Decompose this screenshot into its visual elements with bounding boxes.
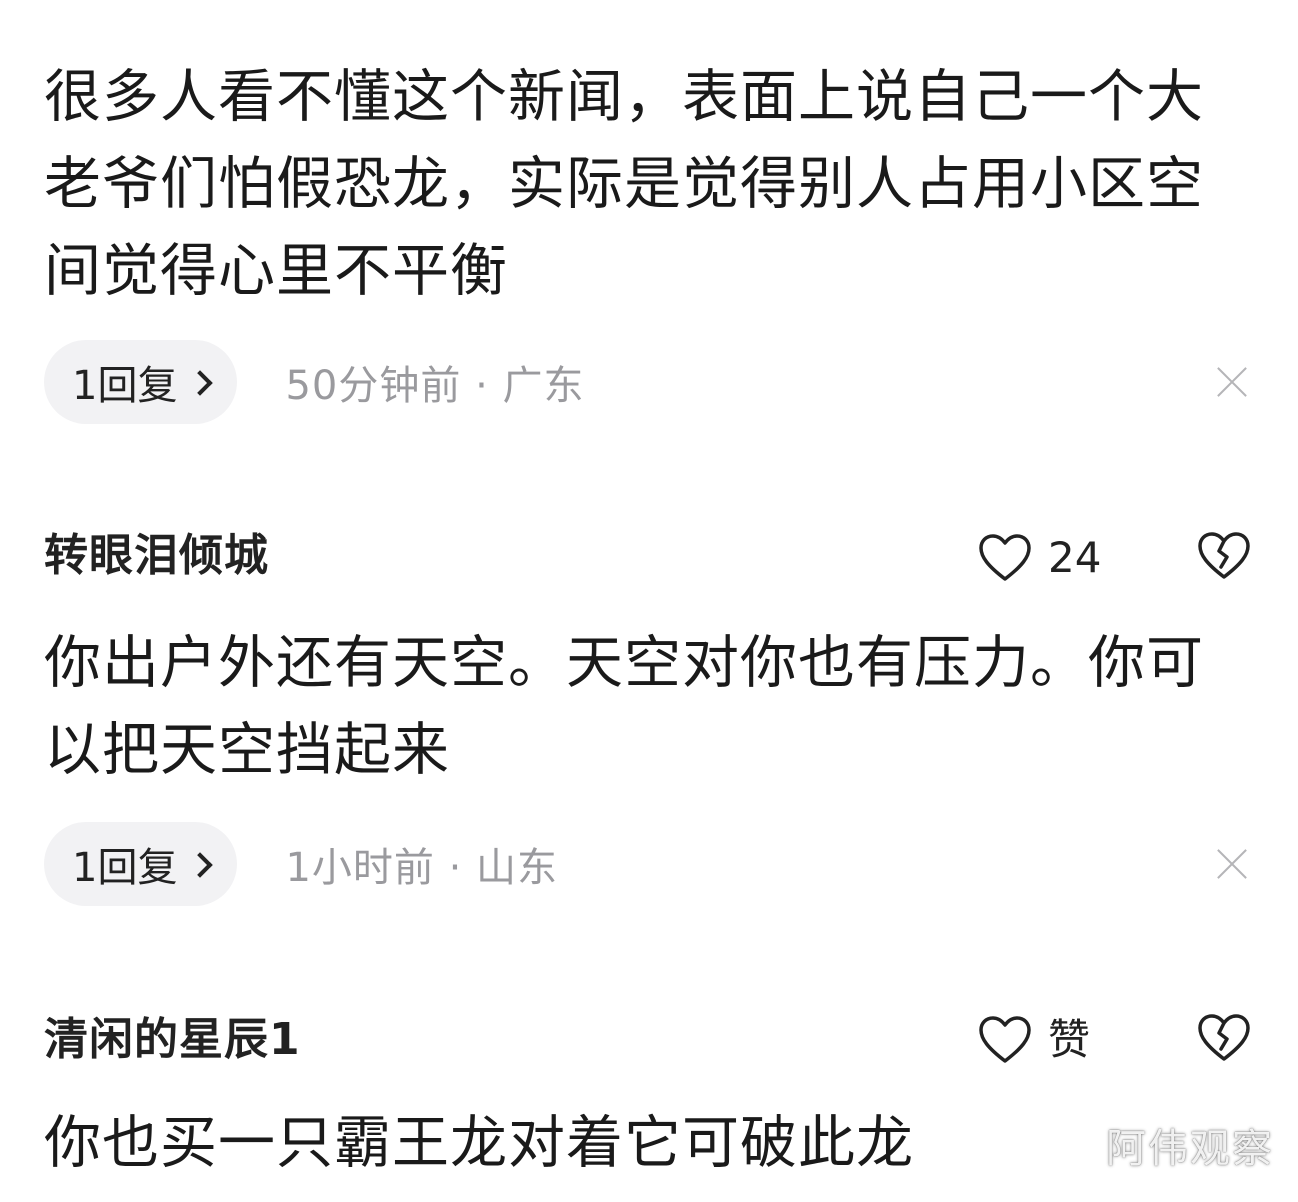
comment-time-location: 1小时前 · 山东 — [285, 845, 559, 891]
heart-outline-icon — [979, 1016, 1031, 1063]
comment-text: 你也买一只霸王龙对着它可破此龙 — [44, 1110, 914, 1176]
like-count: 24 — [1048, 533, 1102, 582]
comment-author[interactable]: 清闲的星辰1 — [44, 1014, 301, 1066]
dislike-button[interactable] — [1196, 530, 1252, 586]
like-count: 赞 — [1048, 1015, 1091, 1064]
comment-meta: 1回复 1小时前 · 山东 — [44, 822, 558, 906]
chevron-right-icon — [187, 852, 214, 878]
heart-outline-icon — [979, 534, 1031, 581]
reply-count-label: 1回复 — [72, 845, 178, 891]
like-button[interactable]: 24 — [978, 530, 1101, 586]
dislike-button[interactable] — [1196, 1012, 1252, 1068]
reply-count-label: 1回复 — [72, 363, 178, 409]
reply-count-button[interactable]: 1回复 — [44, 340, 238, 424]
comment-time-location: 50分钟前 · 广东 — [285, 363, 585, 409]
close-icon[interactable] — [1214, 846, 1250, 882]
chevron-right-icon — [187, 370, 214, 396]
watermark: 阿伟观察 — [1106, 1126, 1274, 1172]
close-icon[interactable] — [1214, 364, 1250, 400]
broken-heart-icon — [1198, 532, 1250, 579]
comment-text: 你出户外还有天空。天空对你也有压力。你可以把天空挡起来 — [44, 630, 1204, 783]
comment-author[interactable]: 转眼泪倾城 — [44, 530, 269, 582]
reply-count-button[interactable]: 1回复 — [44, 822, 238, 906]
like-button[interactable]: 赞 — [978, 1012, 1090, 1068]
comment-text: 很多人看不懂这个新闻，表面上说自己一个大老爷们怕假恐龙，实际是觉得别人占用小区空… — [44, 64, 1204, 304]
broken-heart-icon — [1198, 1014, 1250, 1061]
comment-meta: 1回复 50分钟前 · 广东 — [44, 340, 585, 424]
